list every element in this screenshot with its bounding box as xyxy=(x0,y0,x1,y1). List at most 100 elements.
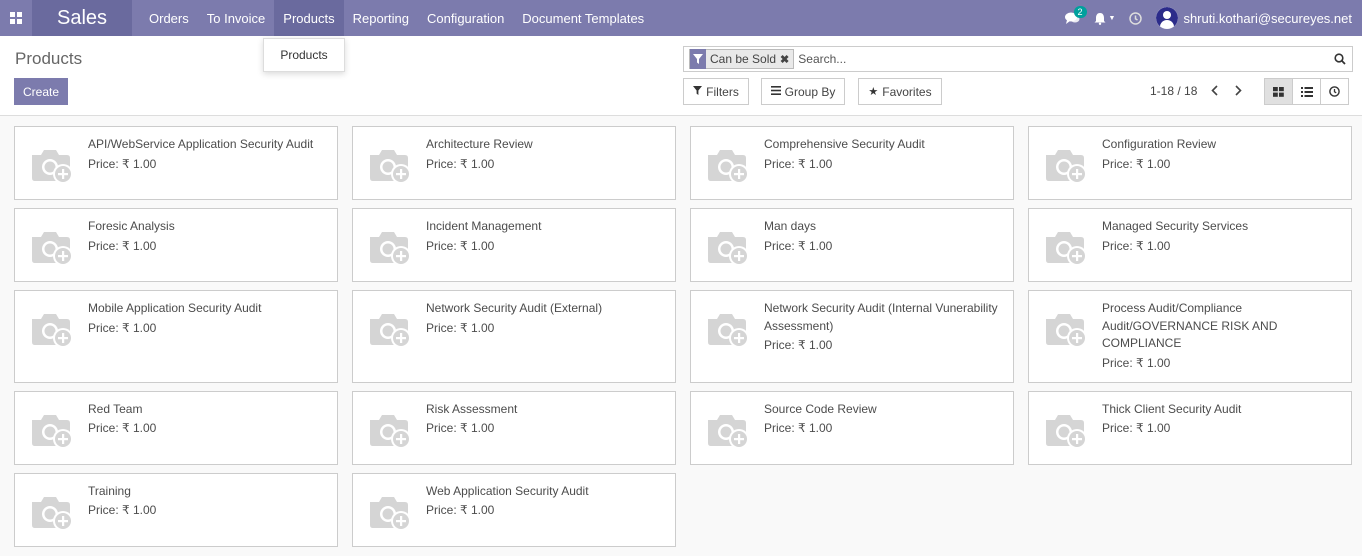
search-input[interactable] xyxy=(798,52,1328,66)
create-button[interactable]: Create xyxy=(14,78,68,105)
product-price: Price: ₹ 1.00 xyxy=(426,320,495,335)
bars-icon xyxy=(770,85,781,98)
menu-to-invoice[interactable]: To Invoice xyxy=(198,0,275,36)
product-kanban: API/WebService Application Security Audi… xyxy=(14,126,1352,547)
product-card[interactable]: Process Audit/Compliance Audit/GOVERNANC… xyxy=(1028,290,1352,383)
product-card[interactable]: Web Application Security Audit Price: ₹ 1… xyxy=(352,472,676,547)
menu-configuration[interactable]: Configuration xyxy=(418,0,513,36)
product-card[interactable]: Red Team Price: ₹ 1.00 xyxy=(14,390,338,465)
kanban-view-icon[interactable] xyxy=(1264,78,1293,105)
product-price: Price: ₹ 1.00 xyxy=(1102,156,1171,171)
control-panel: Products Create Can be Sold ✖ Filters Gr… xyxy=(0,36,1362,116)
add-image-icon xyxy=(29,309,75,349)
user-email[interactable]: shruti.kothari@secureyes.net xyxy=(1183,11,1352,26)
bell-icon xyxy=(1094,12,1105,25)
user-avatar[interactable] xyxy=(1156,7,1179,29)
facet-label: Can be Sold xyxy=(710,52,777,66)
product-card[interactable]: Comprehensive Security Audit Price: ₹ 1.0… xyxy=(690,126,1014,200)
close-icon[interactable]: ✖ xyxy=(780,53,793,66)
product-card[interactable]: Foresic Analysis Price: ₹ 1.00 xyxy=(14,208,338,282)
product-card[interactable]: Managed Security Services Price: ₹ 1.00 xyxy=(1028,208,1352,282)
product-name: Red Team xyxy=(88,401,143,416)
add-image-icon xyxy=(1043,309,1089,349)
add-image-icon xyxy=(29,227,75,267)
product-price: Price: ₹ 1.00 xyxy=(764,421,833,435)
apps-menu-icon[interactable] xyxy=(0,0,32,36)
filters-label: Filters xyxy=(706,84,739,99)
product-name: Process Audit/Compliance Audit/GOVERNANC… xyxy=(1102,301,1278,350)
product-card[interactable]: Source Code Review Price: ₹ 1.00 xyxy=(690,390,1014,465)
group-by-label: Group By xyxy=(784,84,836,99)
products-dropdown: Products xyxy=(263,38,345,72)
product-card[interactable]: API/WebService Application Security Audi… xyxy=(14,126,338,200)
product-name: Managed Security Services xyxy=(1102,219,1249,233)
add-image-icon xyxy=(1043,227,1089,267)
add-image-icon xyxy=(367,227,413,267)
add-image-icon xyxy=(367,309,413,349)
notifications-button[interactable]: ▼ xyxy=(1094,12,1116,25)
search-icon[interactable] xyxy=(1328,53,1352,65)
product-card[interactable]: Incident Management Price: ₹ 1.00 xyxy=(352,208,676,282)
search-bar[interactable]: Can be Sold ✖ xyxy=(683,46,1353,72)
add-image-icon xyxy=(367,410,413,450)
list-view-icon[interactable] xyxy=(1292,78,1321,105)
product-name: Network Security Audit (Internal Vunerab… xyxy=(764,301,998,333)
product-card[interactable]: Training Price: ₹ 1.00 xyxy=(14,472,338,547)
product-card[interactable]: Mobile Application Security Audit Price: … xyxy=(14,290,338,383)
dropdown-item-products[interactable]: Products xyxy=(280,48,327,62)
add-image-icon xyxy=(705,145,751,185)
favorites-button[interactable]: ★ Favorites xyxy=(858,78,942,105)
product-card[interactable]: Configuration Review Price: ₹ 1.00 xyxy=(1028,126,1352,200)
product-name: Comprehensive Security Audit xyxy=(764,137,925,151)
star-icon: ★ xyxy=(868,86,879,98)
product-card[interactable]: Thick Client Security Audit Price: ₹ 1.00 xyxy=(1028,390,1352,465)
clock-icon xyxy=(1129,11,1143,25)
filter-icon xyxy=(690,49,706,69)
page-title: Products xyxy=(15,49,83,68)
product-card[interactable]: Network Security Audit (Internal Vunerab… xyxy=(690,290,1014,383)
filters-button[interactable]: Filters xyxy=(683,78,749,105)
product-name: Man days xyxy=(764,219,817,233)
chevron-down-icon: ▼ xyxy=(1108,14,1116,22)
menu-reporting[interactable]: Reporting xyxy=(344,0,418,36)
pager-value[interactable]: 1-18 / 18 xyxy=(1150,84,1197,98)
product-card[interactable]: Man days Price: ₹ 1.00 xyxy=(690,208,1014,282)
product-name: Risk Assessment xyxy=(426,401,518,416)
product-price: Price: ₹ 1.00 xyxy=(764,338,833,352)
product-name: Architecture Review xyxy=(426,137,533,151)
messages-button[interactable]: 2 xyxy=(1064,5,1087,25)
product-price: Price: ₹ 1.00 xyxy=(1102,355,1171,370)
menu-products[interactable]: Products xyxy=(274,0,344,36)
product-name: Training xyxy=(88,483,131,498)
view-switcher xyxy=(1264,78,1349,105)
filter-icon xyxy=(693,85,703,98)
product-card[interactable]: Network Security Audit (External) Price: … xyxy=(352,290,676,383)
message-count-badge: 2 xyxy=(1073,5,1087,18)
add-image-icon xyxy=(29,145,75,185)
add-image-icon xyxy=(29,410,75,450)
product-name: Configuration Review xyxy=(1102,137,1217,151)
add-image-icon xyxy=(29,492,75,532)
product-price: Price: ₹ 1.00 xyxy=(764,156,833,171)
product-price: Price: ₹ 1.00 xyxy=(426,503,495,517)
product-price: Price: ₹ 1.00 xyxy=(426,421,495,435)
menu-document-templates[interactable]: Document Templates xyxy=(513,0,653,36)
add-image-icon xyxy=(705,227,751,267)
group-by-button[interactable]: Group By xyxy=(761,78,845,105)
product-name: Network Security Audit (External) xyxy=(426,301,603,315)
product-card[interactable]: Risk Assessment Price: ₹ 1.00 xyxy=(352,390,676,465)
app-brand[interactable]: Sales xyxy=(32,0,132,36)
product-price: Price: ₹ 1.00 xyxy=(88,156,157,171)
product-price: Price: ₹ 1.00 xyxy=(426,156,495,171)
product-card[interactable]: Architecture Review Price: ₹ 1.00 xyxy=(352,126,676,200)
pager-next-icon[interactable] xyxy=(1230,80,1246,100)
product-name: Source Code Review xyxy=(764,401,877,416)
product-name: Incident Management xyxy=(426,219,542,233)
product-price: Price: ₹ 1.00 xyxy=(88,421,157,435)
pager-previous-icon[interactable] xyxy=(1206,80,1222,100)
menu-orders[interactable]: Orders xyxy=(140,0,198,36)
add-image-icon xyxy=(705,410,751,450)
activity-view-icon[interactable] xyxy=(1320,78,1349,105)
product-price: Price: ₹ 1.00 xyxy=(1102,421,1171,435)
activity-button[interactable] xyxy=(1129,11,1143,25)
